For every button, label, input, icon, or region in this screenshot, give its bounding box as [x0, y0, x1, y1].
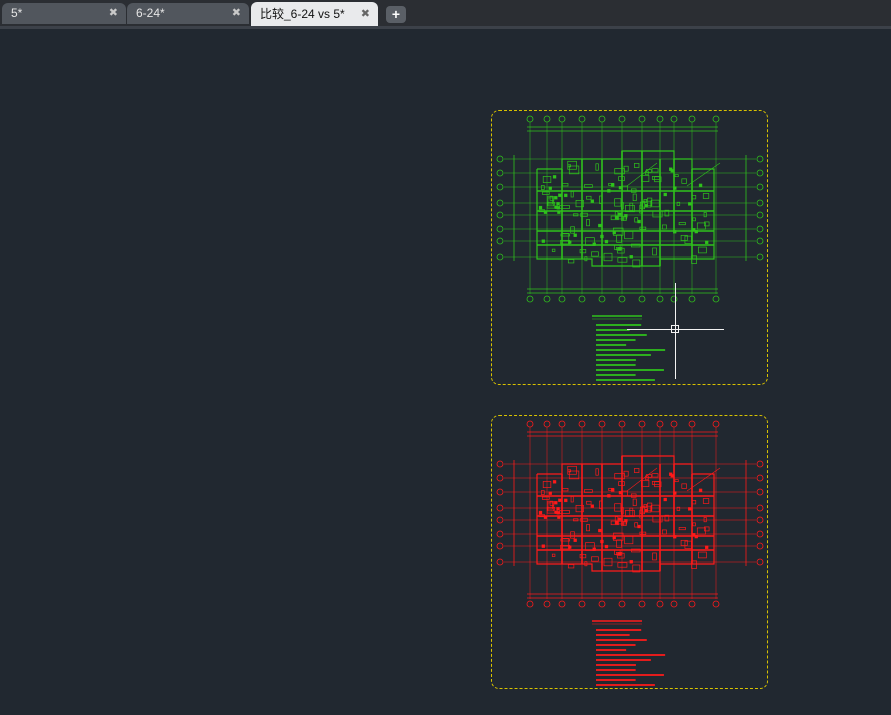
drawing-canvas[interactable]	[0, 29, 891, 715]
drawing-sheet-version-a[interactable]	[491, 110, 768, 385]
tab-5[interactable]: 5* ✖	[2, 3, 126, 24]
tab-compare[interactable]: 比较_6-24 vs 5* ✖	[251, 2, 378, 26]
close-icon[interactable]: ✖	[109, 3, 118, 24]
tab-label: 比较_6-24 vs 5*	[260, 7, 345, 21]
drawing-sheet-version-b[interactable]	[491, 415, 768, 689]
close-icon[interactable]: ✖	[232, 3, 241, 24]
tab-label: 6-24*	[136, 6, 165, 20]
document-tab-bar: 5* ✖ 6-24* ✖ 比较_6-24 vs 5* ✖ +	[0, 0, 891, 29]
tab-6-24[interactable]: 6-24* ✖	[127, 3, 249, 24]
floor-plan-drawing-b	[496, 420, 764, 686]
close-icon[interactable]: ✖	[361, 2, 370, 26]
crosshair-cursor-icon	[671, 325, 679, 333]
floor-plan-drawing-a	[496, 115, 764, 381]
tab-label: 5*	[11, 6, 23, 20]
plus-icon[interactable]: +	[386, 6, 406, 23]
